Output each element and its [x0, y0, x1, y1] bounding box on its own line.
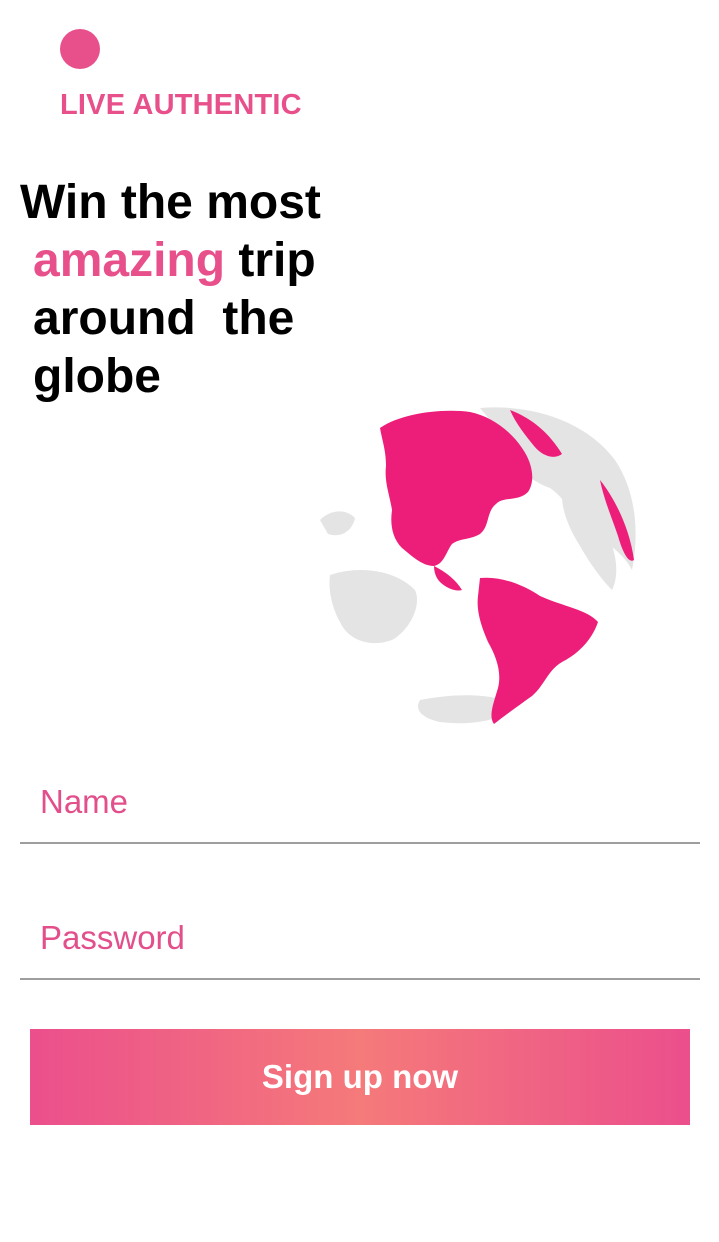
name-input[interactable]	[40, 772, 680, 832]
password-input[interactable]	[40, 908, 680, 968]
password-field	[20, 908, 700, 980]
headline-line-4: globe	[33, 350, 161, 403]
brand-name: LIVE AUTHENTIC	[60, 89, 302, 121]
headline-line-1: Win the most	[20, 176, 321, 229]
headline-accent-word: amazing	[33, 234, 226, 287]
headline: Win the most amazing trip around the glo…	[20, 174, 340, 406]
globe-icon	[320, 407, 636, 724]
brand-logo-dot	[60, 29, 100, 69]
headline-line-3: around the	[33, 292, 295, 345]
headline-line-2-rest: trip	[225, 234, 316, 287]
sign-up-button[interactable]: Sign up now	[30, 1029, 690, 1125]
headline-line-2: amazing trip	[20, 232, 340, 290]
name-field	[20, 772, 700, 844]
